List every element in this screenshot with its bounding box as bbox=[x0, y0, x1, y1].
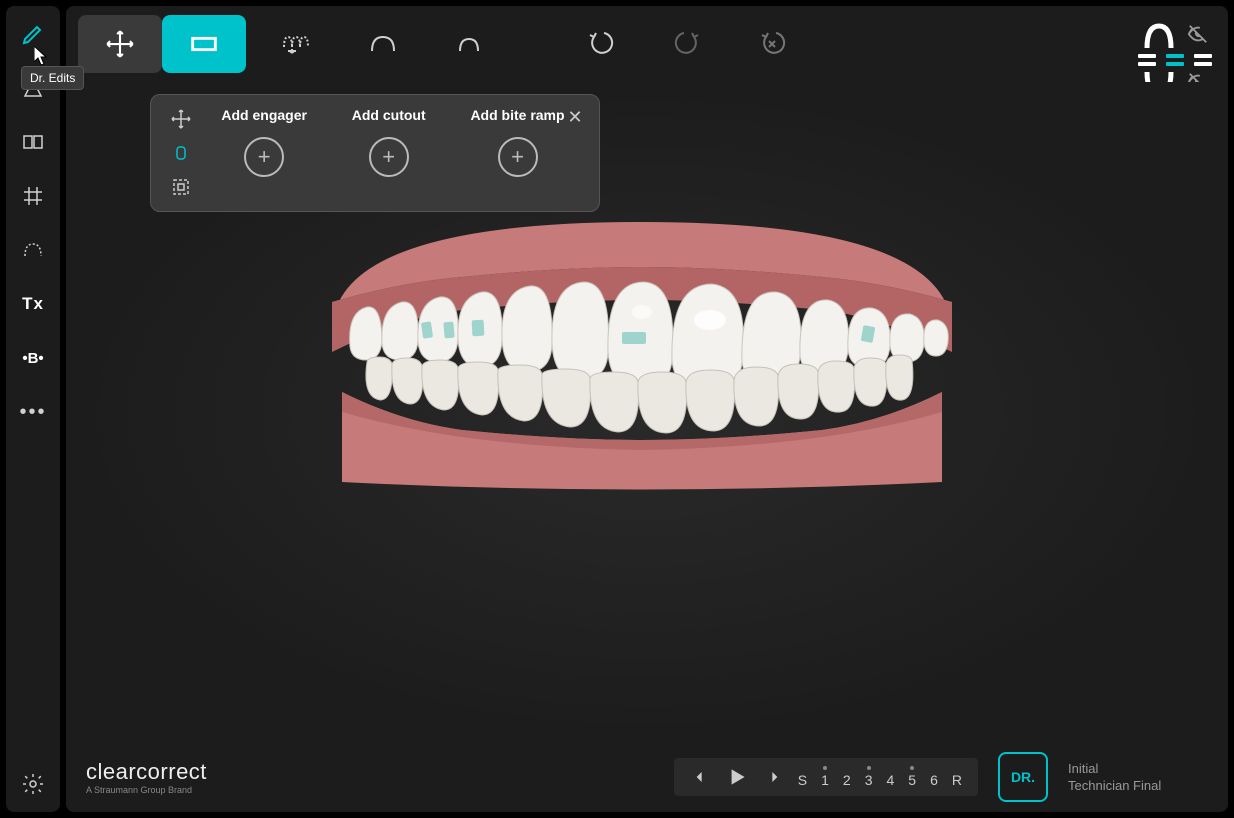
panel-col-biteramp: Add bite ramp + bbox=[470, 107, 564, 199]
upper-arch-indicator[interactable] bbox=[1141, 22, 1177, 50]
tool-group-view bbox=[78, 15, 246, 73]
brand-name: clearcorrect bbox=[86, 759, 207, 785]
dr-edits-tool-icon[interactable] bbox=[15, 16, 51, 52]
timeline-step[interactable]: 1 bbox=[821, 766, 829, 788]
reset-icon[interactable] bbox=[738, 15, 808, 73]
timeline-step[interactable]: 4 bbox=[886, 766, 894, 788]
grid-tool-icon[interactable] bbox=[15, 178, 51, 214]
panel-col-engager: Add engager + bbox=[221, 107, 307, 199]
timeline-step[interactable]: 2 bbox=[843, 766, 851, 788]
lower-arch-icon[interactable] bbox=[434, 15, 504, 73]
redo-icon[interactable] bbox=[652, 15, 722, 73]
settings-icon[interactable] bbox=[15, 766, 51, 802]
timeline-step[interactable]: 3 bbox=[865, 766, 873, 788]
timeline-steps: S123456R bbox=[798, 766, 962, 788]
panel-select-icon[interactable] bbox=[169, 175, 193, 199]
left-sidebar: Dr. Edits Tx •B• ••• bbox=[6, 6, 60, 812]
move-tool-button[interactable] bbox=[78, 15, 162, 73]
compare-tool-icon[interactable] bbox=[15, 124, 51, 160]
app-root: Dr. Edits Tx •B• ••• bbox=[0, 0, 1234, 818]
ipr-tool-icon[interactable] bbox=[262, 15, 332, 73]
add-features-panel: Add engager + Add cutout + Add bite ramp… bbox=[150, 94, 600, 212]
occlusion-bars-left[interactable] bbox=[1138, 54, 1156, 66]
occlusion-bars-right[interactable] bbox=[1194, 54, 1212, 66]
tx-tool-icon[interactable]: Tx bbox=[15, 286, 51, 322]
timeline-step[interactable]: 6 bbox=[930, 766, 938, 788]
arch-tool-icon[interactable] bbox=[15, 232, 51, 268]
top-toolbar bbox=[66, 6, 1228, 82]
bottom-bar: clearcorrect A Straumann Group Brand S12… bbox=[66, 742, 1228, 812]
visibility-toggle-upper-icon[interactable] bbox=[1187, 23, 1209, 50]
status-labels: Initial Technician Final bbox=[1068, 761, 1208, 793]
timeline-step[interactable]: R bbox=[952, 766, 962, 788]
dr-step-button[interactable]: DR. bbox=[998, 752, 1048, 802]
add-engager-label: Add engager bbox=[221, 107, 307, 123]
brand-subtitle: A Straumann Group Brand bbox=[86, 785, 207, 795]
timeline-control: S123456R bbox=[674, 758, 978, 796]
add-biteramp-button[interactable]: + bbox=[498, 137, 538, 177]
prev-step-button[interactable] bbox=[690, 767, 710, 787]
more-tool-icon[interactable]: ••• bbox=[15, 394, 51, 430]
occlusion-bars-center[interactable] bbox=[1166, 54, 1184, 66]
sidebar-tooltip: Dr. Edits bbox=[21, 66, 84, 90]
timeline-step[interactable]: S bbox=[798, 766, 807, 788]
main-area: Bite Jump Add engager + bbox=[66, 6, 1228, 812]
teeth-model bbox=[322, 212, 962, 492]
add-cutout-button[interactable]: + bbox=[369, 137, 409, 177]
b-tool-icon[interactable]: •B• bbox=[15, 340, 51, 376]
panel-side-tools bbox=[163, 107, 199, 199]
rectangle-tool-button[interactable] bbox=[162, 15, 246, 73]
panel-close-button[interactable]: ✕ bbox=[563, 105, 587, 129]
upper-arch-icon[interactable] bbox=[348, 15, 418, 73]
next-step-button[interactable] bbox=[764, 767, 784, 787]
status-final: Technician Final bbox=[1068, 778, 1208, 793]
panel-move-icon[interactable] bbox=[169, 107, 193, 131]
add-engager-button[interactable]: + bbox=[244, 137, 284, 177]
timeline-step[interactable]: 5 bbox=[908, 766, 916, 788]
status-initial: Initial bbox=[1068, 761, 1208, 776]
add-cutout-label: Add cutout bbox=[352, 107, 426, 123]
play-button[interactable] bbox=[724, 764, 750, 790]
panel-col-cutout: Add cutout + bbox=[352, 107, 426, 199]
panel-attach-icon[interactable] bbox=[169, 141, 193, 165]
panel-columns: Add engager + Add cutout + Add bite ramp… bbox=[199, 107, 587, 199]
add-biteramp-label: Add bite ramp bbox=[470, 107, 564, 123]
undo-icon[interactable] bbox=[566, 15, 636, 73]
brand-logo: clearcorrect A Straumann Group Brand bbox=[86, 759, 207, 795]
